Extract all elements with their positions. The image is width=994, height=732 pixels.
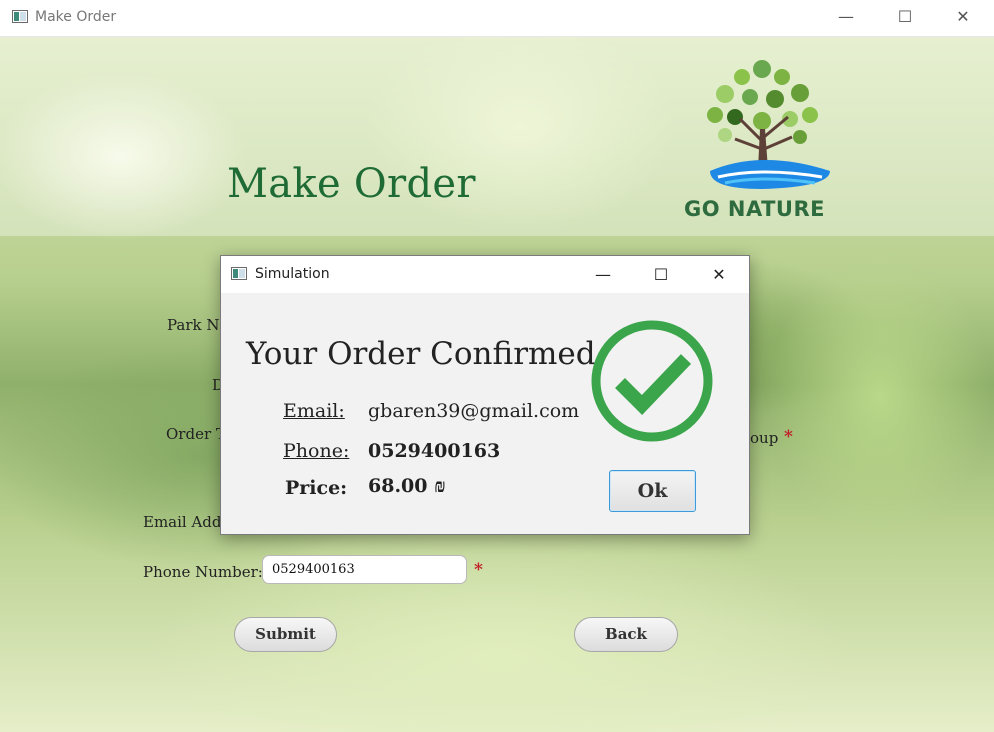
submit-button[interactable]: Submit: [234, 617, 337, 652]
dialog-title: Simulation: [255, 266, 330, 282]
maximize-button[interactable]: ☐: [882, 0, 928, 35]
dialog-email-value: gbaren39@gmail.com: [368, 400, 580, 422]
dialog-close-button[interactable]: ✕: [690, 256, 748, 293]
order-type-label: Order T: [166, 425, 226, 443]
group-required-mark: *: [784, 427, 793, 447]
dialog-phone-label: Phone:: [283, 440, 350, 462]
logo-text: GO NATURE: [684, 197, 825, 221]
close-button[interactable]: ✕: [940, 0, 986, 35]
park-name-label: Park N: [167, 316, 220, 334]
back-button[interactable]: Back: [574, 617, 678, 652]
app-window-icon: [12, 10, 28, 23]
phone-input[interactable]: [262, 555, 467, 584]
dialog-price-label: Price:: [285, 477, 348, 499]
dialog-window-icon: [231, 267, 247, 280]
dialog-email-label: Email:: [283, 400, 345, 422]
dialog-phone-value: 0529400163: [368, 440, 501, 462]
ok-button[interactable]: Ok: [609, 470, 696, 512]
phone-required-mark: *: [474, 560, 483, 580]
email-label: Email Add: [143, 513, 222, 531]
main-titlebar: Make Order — ☐ ✕: [0, 0, 994, 37]
dialog-minimize-button[interactable]: —: [574, 256, 632, 293]
group-label: oup: [750, 429, 779, 447]
page-title: Make Order: [227, 161, 476, 207]
phone-label: Phone Number:: [143, 563, 263, 581]
window-title: Make Order: [35, 9, 117, 25]
simulation-dialog: Simulation — ☐ ✕ Your Order Confirmed Em…: [220, 255, 750, 535]
check-circle-icon: [591, 320, 713, 442]
dialog-maximize-button[interactable]: ☐: [632, 256, 690, 293]
confirm-heading: Your Order Confirmed: [246, 336, 596, 372]
dialog-titlebar: Simulation — ☐ ✕: [221, 256, 749, 293]
minimize-button[interactable]: —: [823, 0, 869, 35]
dialog-price-value: 68.00 ₪: [368, 475, 446, 497]
